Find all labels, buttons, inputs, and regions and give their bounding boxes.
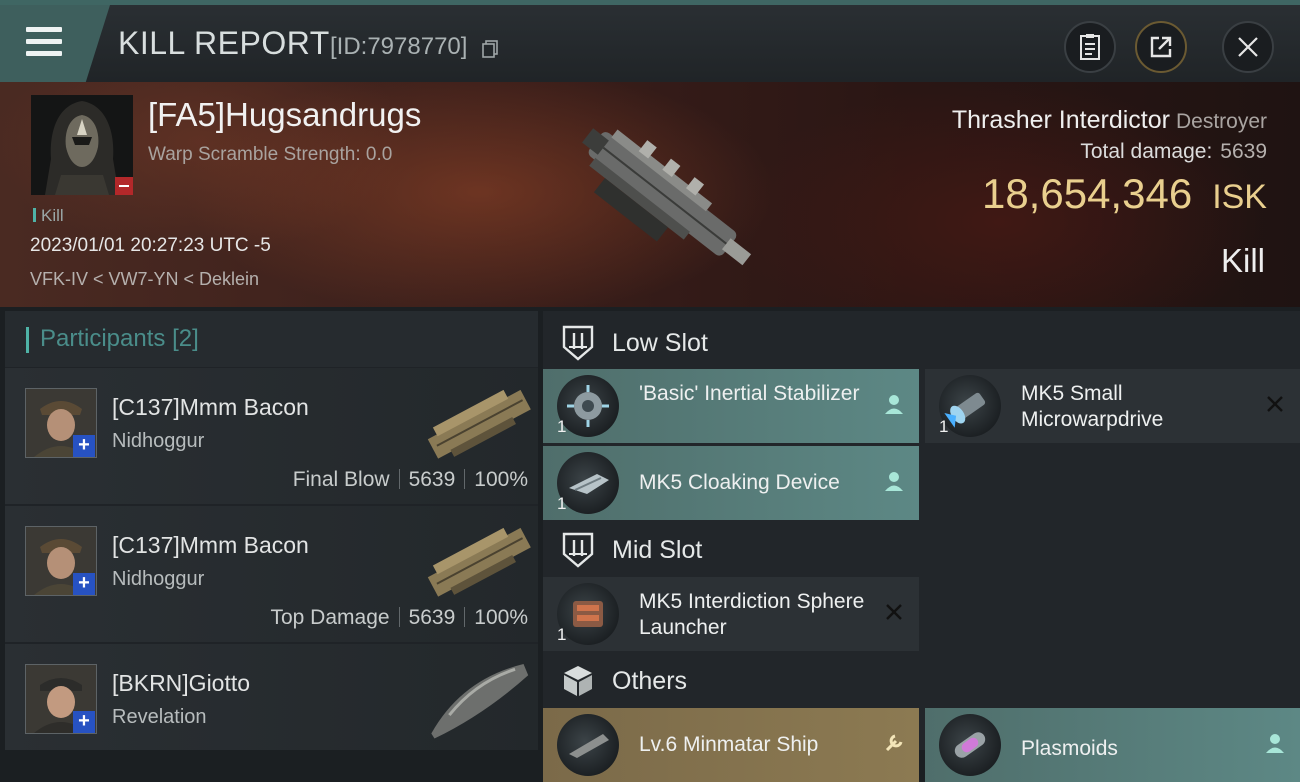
- module-item[interactable]: 1 'Basic' Inertial Stabilizer: [543, 369, 919, 443]
- add-contact-icon[interactable]: +: [73, 711, 95, 733]
- low-slot-title: Low Slot: [612, 329, 708, 357]
- cube-icon: [564, 666, 592, 696]
- participant-ship-render: [427, 527, 531, 597]
- close-icon: [1238, 37, 1258, 57]
- plasmoids-icon: [939, 714, 1001, 776]
- isk-amount: 18,654,346: [981, 170, 1193, 217]
- share-button[interactable]: [1135, 21, 1187, 73]
- menu-icon: [26, 27, 62, 57]
- module-item[interactable]: 1 MK5 Cloaking Device: [543, 446, 919, 520]
- module-item[interactable]: 1 MK5 Small Microwarpdrive: [925, 369, 1300, 443]
- warp-scramble-strength: Warp Scramble Strength: 0.0: [148, 144, 393, 165]
- copy-icon[interactable]: [482, 40, 498, 58]
- destroyed-x-icon: [886, 604, 902, 620]
- ship-type: Thrasher Interdictor: [951, 106, 1170, 134]
- participant-role: Final Blow: [292, 468, 390, 491]
- participant-percent: 100%: [474, 468, 528, 491]
- participant-row[interactable]: + [BKRN]Giotto Revelation: [5, 644, 538, 750]
- participant-damage: 5639: [408, 468, 456, 491]
- destroyed-x-icon: [1267, 396, 1283, 412]
- clipboard-button[interactable]: [1064, 21, 1116, 73]
- module-item[interactable]: 1 MK5 Interdiction Sphere Launcher: [543, 577, 919, 651]
- person-icon: [1266, 734, 1284, 753]
- clipboard-icon: [1080, 34, 1100, 60]
- participant-role: Top Damage: [270, 606, 390, 629]
- report-id: [ID:7978770]: [330, 33, 468, 60]
- module-name: MK5 Small Microwarpdrive: [1021, 382, 1164, 431]
- add-contact-icon[interactable]: +: [73, 435, 95, 457]
- others-title: Others: [612, 667, 688, 695]
- module-name: MK5 Cloaking Device: [639, 471, 840, 494]
- wrench-icon: [885, 734, 903, 752]
- add-contact-icon[interactable]: +: [73, 573, 95, 595]
- page-title: KILL REPORT: [118, 25, 330, 61]
- fitting-panel: Low Slot 1 'Basic' Inertial Stabilizer 1…: [543, 311, 1300, 782]
- module-quantity: 1: [557, 494, 567, 513]
- module-item[interactable]: Plasmoids: [925, 708, 1300, 782]
- participants-panel: Participants [2] + [C137]Mmm Bacon Nidho…: [5, 311, 538, 750]
- ship-class: Destroyer: [1175, 110, 1267, 133]
- share-icon: [1150, 36, 1172, 58]
- victim-ship-name[interactable]: Thrasher Interdictor Destroyer: [952, 106, 1267, 135]
- participant-row[interactable]: + [C137]Mmm Bacon Nidhoggur Top Damage 56…: [5, 506, 538, 642]
- participant-name[interactable]: [BKRN]Giotto: [112, 670, 250, 697]
- participants-header: Participants [2]: [5, 311, 538, 367]
- participant-ship: Nidhoggur: [112, 430, 205, 452]
- participant-name[interactable]: [C137]Mmm Bacon: [112, 394, 309, 421]
- kill-location[interactable]: VFK-IV < VW7-YN < Deklein: [30, 269, 259, 290]
- others-header: Others: [543, 651, 1300, 709]
- module-name: MK5 Interdiction Sphere Launcher: [639, 590, 865, 639]
- module-quantity: 1: [557, 417, 567, 436]
- total-damage-label: Total damage:: [1080, 140, 1213, 163]
- participant-stats: Final Blow 5639 100%: [293, 468, 528, 492]
- participant-name[interactable]: [C137]Mmm Bacon: [112, 532, 309, 559]
- victim-banner: [FA5]Hugsandrugs Warp Scramble Strength:…: [0, 82, 1300, 307]
- module-name: Plasmoids: [1021, 737, 1118, 760]
- isk-value: 18,654,346 ISK: [982, 170, 1267, 218]
- participant-ship-render: [427, 389, 531, 459]
- participant-ship: Nidhoggur: [112, 568, 205, 590]
- participants-title: Participants [2]: [40, 325, 199, 353]
- participant-stats: Top Damage 5639 100%: [270, 606, 528, 630]
- kill-datetime: 2023/01/01 20:27:23 UTC -5: [30, 235, 271, 256]
- mid-slot-icon: [562, 532, 594, 568]
- kill-tag: Kill: [33, 206, 64, 226]
- participants-count: [2]: [172, 325, 199, 352]
- low-slot-icon: [562, 325, 594, 361]
- close-button[interactable]: [1222, 21, 1274, 73]
- isk-unit: ISK: [1212, 178, 1267, 216]
- total-damage-value: 5639: [1220, 140, 1267, 163]
- victim-name[interactable]: [FA5]Hugsandrugs: [148, 96, 421, 134]
- person-icon: [885, 472, 903, 491]
- module-name: Lv.6 Minmatar Ship: [639, 733, 819, 756]
- victim-ship-render[interactable]: [545, 90, 775, 305]
- module-item[interactable]: Lv.6 Minmatar Ship: [543, 708, 919, 782]
- result-label: Kill: [1220, 242, 1265, 279]
- mid-slot-header: Mid Slot: [543, 520, 1300, 578]
- participant-row[interactable]: + [C137]Mmm Bacon Nidhoggur Final Blow 56…: [5, 368, 538, 504]
- menu-button[interactable]: [0, 5, 110, 82]
- hostile-badge: [115, 177, 133, 195]
- low-slot-header: Low Slot: [543, 313, 1300, 371]
- module-name: 'Basic' Inertial Stabilizer: [639, 382, 860, 405]
- total-damage: Total damage: 5639: [1080, 140, 1267, 164]
- participants-title-text: Participants: [40, 325, 166, 352]
- person-icon: [885, 395, 903, 414]
- module-quantity: 1: [939, 417, 949, 436]
- ship-blueprint-icon: [557, 714, 619, 776]
- section-accent: [26, 327, 29, 353]
- participant-damage: 5639: [408, 606, 456, 629]
- participant-ship-render: [431, 664, 529, 739]
- participant-ship: Revelation: [112, 706, 207, 728]
- mid-slot-title: Mid Slot: [612, 536, 703, 564]
- module-quantity: 1: [557, 625, 567, 644]
- top-bar: KILL REPORT [ID:7978770]: [0, 0, 1300, 82]
- participant-percent: 100%: [474, 606, 528, 629]
